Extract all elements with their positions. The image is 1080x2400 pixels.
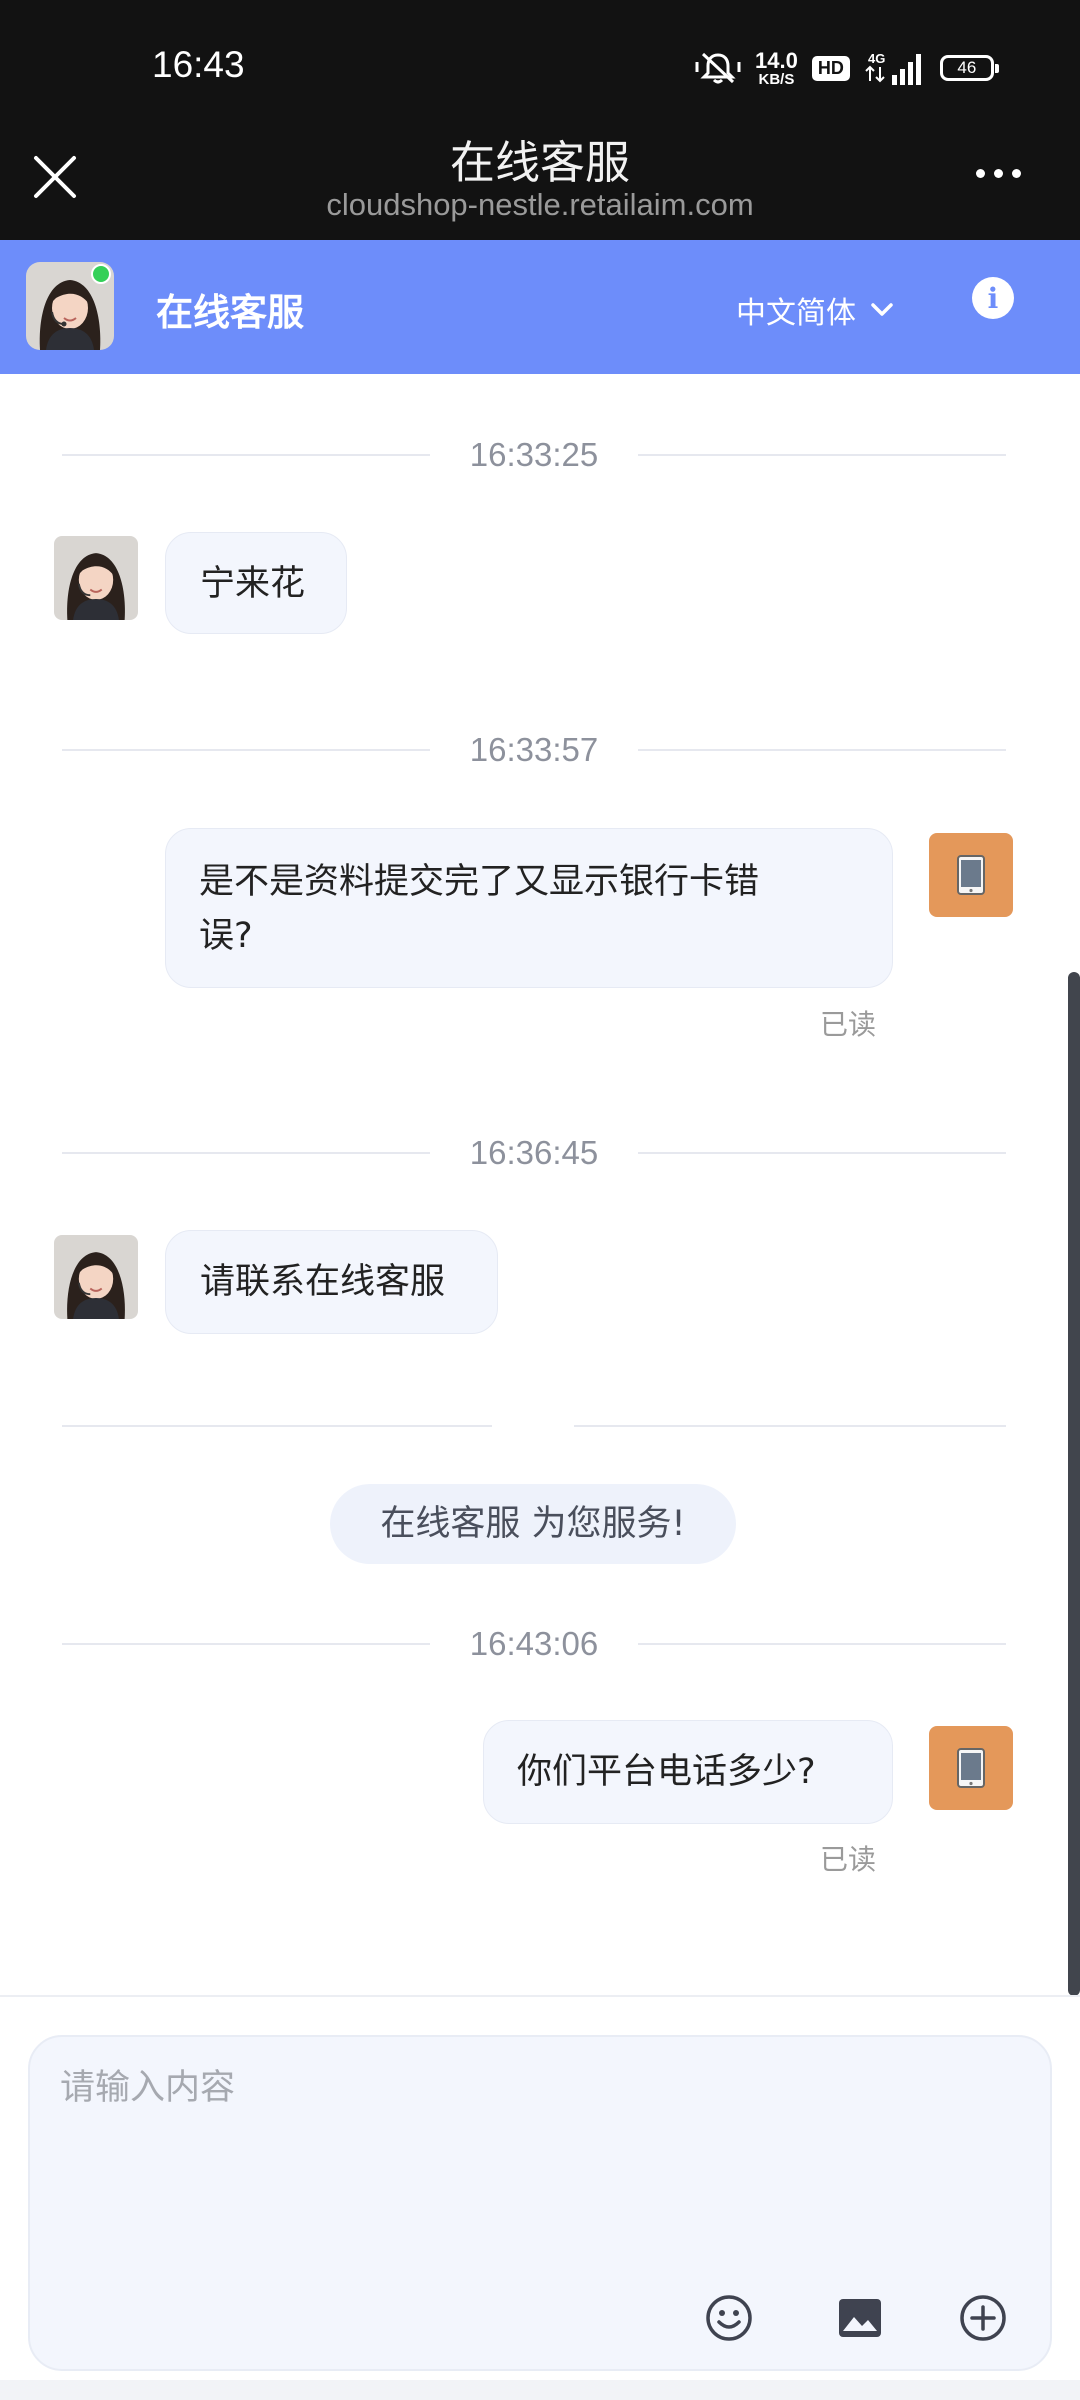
read-status: 已读 xyxy=(820,1843,877,1876)
composer-divider xyxy=(0,1995,1080,1997)
more-dot-icon xyxy=(994,168,1003,178)
smile-icon xyxy=(706,2295,752,2341)
emoji-button[interactable] xyxy=(704,2293,754,2343)
message-bubble-user: 是不是资料提交完了又显示银行卡错 误? xyxy=(165,828,893,988)
timestamp-divider: 16:36:45 xyxy=(62,1131,1006,1175)
language-selector[interactable]: 中文简体 xyxy=(736,288,894,332)
read-status: 已读 xyxy=(820,1008,877,1041)
more-dot-icon xyxy=(976,168,985,178)
hd-badge: HD xyxy=(811,55,850,81)
bottom-nav-strip xyxy=(0,2380,1080,2400)
language-label: 中文简体 xyxy=(736,296,856,331)
status-icons: 14.0 KB/S HD 4G 46 xyxy=(695,46,999,90)
page-title: 在线客服 xyxy=(449,136,630,189)
info-icon: i xyxy=(987,281,999,315)
agent-avatar-image xyxy=(54,536,138,620)
plus-circle-icon xyxy=(960,2295,1006,2341)
message-input[interactable] xyxy=(58,2057,1022,2241)
image-icon xyxy=(839,2299,881,2337)
more-dot-icon xyxy=(1012,168,1021,178)
more-actions-button[interactable] xyxy=(958,2293,1008,2343)
net-speed: 14.0 KB/S xyxy=(755,47,798,88)
agent-avatar-image xyxy=(54,1235,138,1319)
page-url: cloudshop-nestle.retailaim.com xyxy=(326,187,754,222)
timestamp-divider: 16:43:06 xyxy=(62,1622,1006,1666)
status-time: 16:43 xyxy=(152,44,245,85)
agent-name: 在线客服 xyxy=(156,291,304,334)
composer xyxy=(28,2035,1052,2371)
divider-line xyxy=(62,1425,492,1427)
signal-icon: 4G xyxy=(865,51,921,85)
info-button[interactable]: i xyxy=(972,277,1014,319)
agent-avatar xyxy=(54,1235,138,1319)
message-bubble-agent: 宁来花 xyxy=(165,532,347,634)
user-avatar xyxy=(929,833,1013,917)
tablet-icon xyxy=(957,855,985,895)
tablet-icon xyxy=(957,1748,985,1788)
battery-icon: 46 xyxy=(939,55,999,81)
more-options-button[interactable] xyxy=(976,160,1032,186)
timestamp-divider: 16:33:57 xyxy=(62,728,1006,772)
image-button[interactable] xyxy=(835,2293,885,2343)
online-status-dot xyxy=(91,264,111,284)
divider-line xyxy=(574,1425,1006,1427)
system-message: 在线客服 为您服务! xyxy=(330,1484,736,1564)
message-bubble-user: 你们平台电话多少? xyxy=(483,1720,893,1824)
timestamp-divider: 16:33:25 xyxy=(62,433,1006,477)
mute-bell-icon xyxy=(695,52,741,84)
scrollbar[interactable] xyxy=(1068,972,1080,1996)
agent-avatar xyxy=(54,536,138,620)
chevron-down-icon xyxy=(871,303,893,316)
message-bubble-agent: 请联系在线客服 xyxy=(165,1230,498,1334)
user-avatar xyxy=(929,1726,1013,1810)
svg-text:4G: 4G xyxy=(868,51,885,66)
